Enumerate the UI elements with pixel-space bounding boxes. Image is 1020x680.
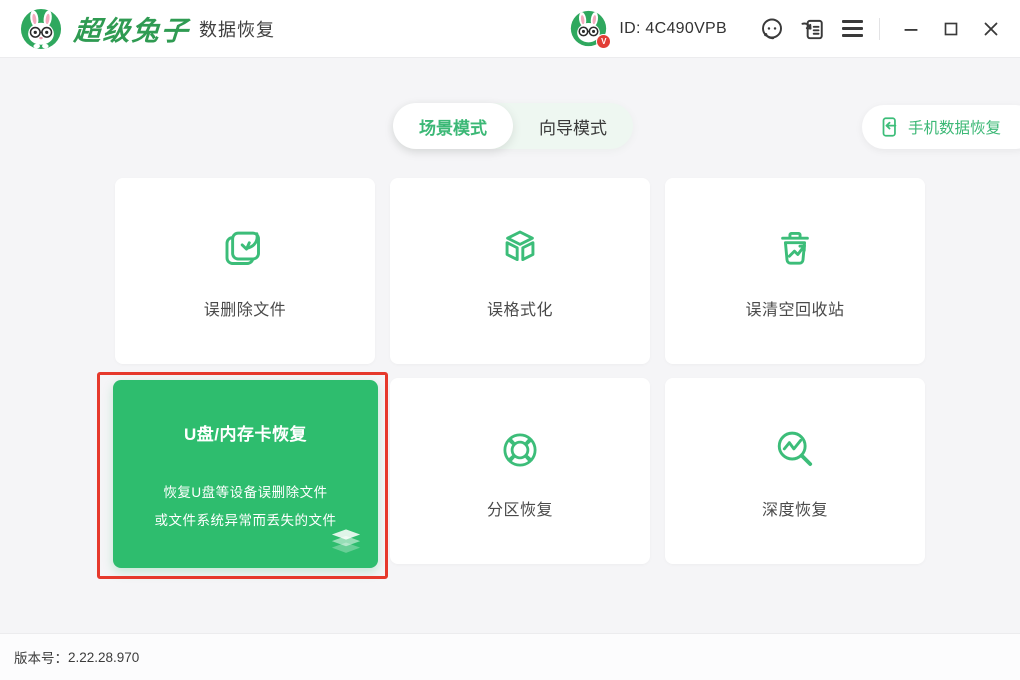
- card-partition-recovery[interactable]: 分区恢复: [390, 378, 650, 564]
- card-recycle-bin[interactable]: 误清空回收站: [665, 178, 925, 364]
- green-card-title: U盘/内存卡恢复: [184, 420, 307, 445]
- mode-tabs: 场景模式 向导模式: [393, 103, 633, 149]
- minimize-button[interactable]: [894, 12, 928, 46]
- green-card-desc-line1: 恢复U盘等设备误删除文件: [155, 479, 337, 507]
- green-card-description: 恢复U盘等设备误删除文件 或文件系统异常而丢失的文件: [155, 479, 337, 535]
- brand-name: 超级兔子: [73, 9, 192, 48]
- layers-icon: [330, 529, 362, 556]
- phone-data-recovery-button[interactable]: 手机数据恢复: [862, 105, 1020, 149]
- user-id: ID: 4C490VPB: [619, 20, 727, 38]
- main-area: 场景模式 向导模式 手机数据恢复 误删除文件: [0, 58, 1020, 633]
- green-card-desc-line2: 或文件系统异常而丢失的文件: [155, 507, 337, 535]
- brand-suffix: 数据恢复: [199, 16, 275, 42]
- card-label: 分区恢复: [487, 496, 553, 520]
- tab-scene-mode[interactable]: 场景模式: [393, 103, 513, 149]
- card-label: 误删除文件: [204, 296, 287, 320]
- close-button[interactable]: [974, 12, 1008, 46]
- partition-icon: [493, 422, 547, 478]
- menu-icon[interactable]: [835, 12, 869, 46]
- card-formatted[interactable]: 误格式化: [390, 178, 650, 364]
- card-label: 深度恢复: [762, 496, 828, 520]
- app-logo-rabbit-icon: [20, 8, 62, 50]
- card-label: 误格式化: [487, 296, 553, 320]
- version-value: 2.22.28.970: [68, 650, 139, 665]
- titlebar: 超级兔子 数据恢复 V ID: 4C490VPB: [0, 0, 1020, 58]
- recovery-card-grid: 误删除文件 误格式化: [115, 178, 925, 564]
- maximize-button[interactable]: [934, 12, 968, 46]
- recycle-bin-icon: [768, 222, 822, 278]
- card-usb-memory-recovery[interactable]: U盘/内存卡恢复 恢复U盘等设备误删除文件 或文件系统异常而丢失的文件: [113, 380, 378, 568]
- titlebar-divider: [879, 18, 880, 40]
- feedback-icon[interactable]: [795, 12, 829, 46]
- format-cube-icon: [493, 222, 547, 278]
- vip-badge: V: [596, 34, 611, 49]
- support-icon[interactable]: [755, 12, 789, 46]
- version-label: 版本号：: [14, 647, 68, 667]
- deep-scan-icon: [768, 422, 822, 478]
- card-deleted-files[interactable]: 误删除文件: [115, 178, 375, 364]
- user-avatar[interactable]: V: [570, 10, 607, 47]
- card-label: 误清空回收站: [745, 296, 844, 320]
- footer: 版本号： 2.22.28.970: [0, 633, 1020, 680]
- restore-file-icon: [218, 222, 272, 278]
- phone-arrow-icon: [878, 116, 900, 138]
- tab-wizard-mode[interactable]: 向导模式: [513, 103, 633, 149]
- phone-button-label: 手机数据恢复: [908, 116, 1001, 138]
- card-deep-recovery[interactable]: 深度恢复: [665, 378, 925, 564]
